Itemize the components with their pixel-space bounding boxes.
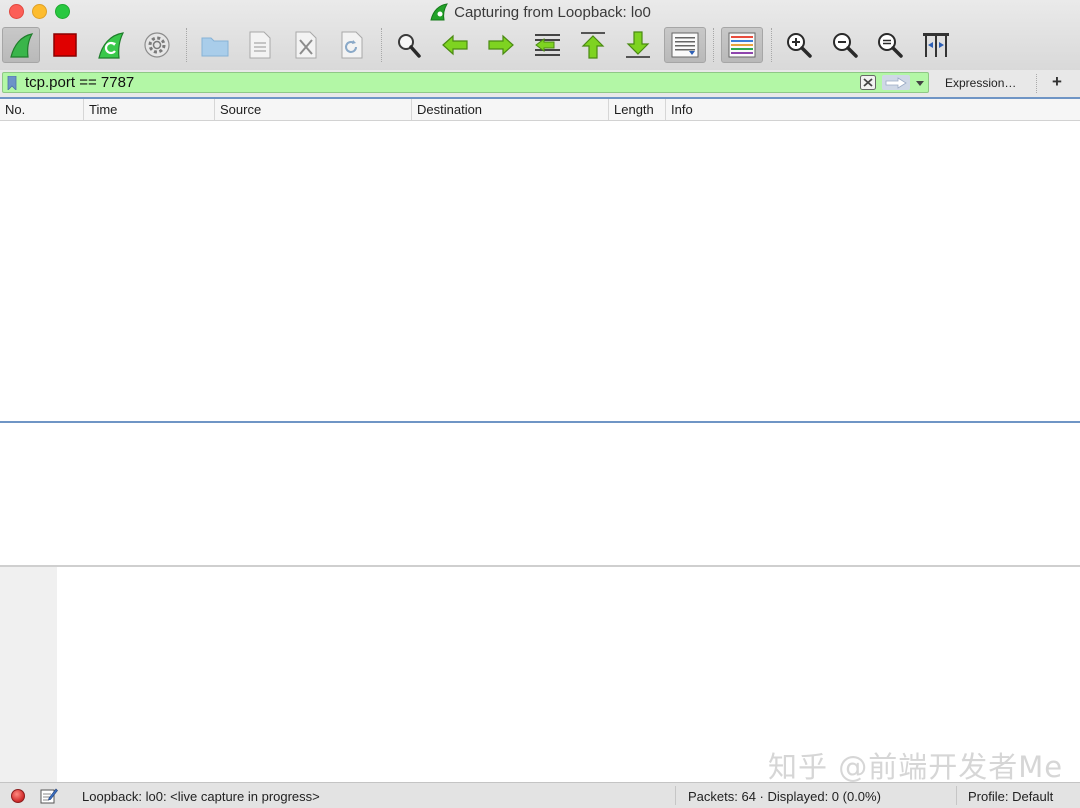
- magnifier-icon: [398, 34, 421, 58]
- column-header-info[interactable]: Info: [666, 99, 1080, 120]
- display-filter-bar: Expression… +: [0, 70, 1080, 98]
- expert-info-icon[interactable]: [11, 789, 25, 803]
- go-back-button[interactable]: [438, 27, 472, 63]
- close-document-icon: [295, 31, 317, 59]
- last-packet-button[interactable]: [621, 27, 655, 63]
- capture-status-text: Loopback: lo0: <live capture in progress…: [82, 789, 320, 804]
- display-filter-field[interactable]: [2, 72, 929, 93]
- close-file-button[interactable]: [289, 27, 323, 63]
- column-header-time[interactable]: Time: [84, 99, 215, 120]
- goto-packet-icon: [535, 34, 560, 56]
- profile-text[interactable]: Profile: Default: [968, 789, 1053, 804]
- folder-icon: [201, 37, 229, 57]
- packet-count-text: Packets: 64 · Displayed: 0 (0.0%): [688, 789, 881, 804]
- restart-fin-icon: [98, 32, 125, 59]
- toolbar-separator: [186, 28, 187, 62]
- watermark: 知乎 @前端开发者Me: [768, 750, 1064, 784]
- packet-list-header: No. Time Source Destination Length Info: [0, 99, 1080, 121]
- zoom-in-button[interactable]: [782, 27, 816, 63]
- find-packet-button[interactable]: [392, 27, 426, 63]
- reload-icon: [341, 31, 363, 59]
- gear-icon: [144, 32, 170, 58]
- status-separator: [956, 786, 957, 805]
- status-bar: Loopback: lo0: <live capture in progress…: [0, 782, 1080, 808]
- zoom-in-icon: [787, 33, 812, 58]
- column-header-destination[interactable]: Destination: [412, 99, 609, 120]
- clear-filter-icon[interactable]: [860, 75, 876, 90]
- resize-columns-button[interactable]: [919, 27, 953, 63]
- status-separator: [675, 786, 676, 805]
- arrow-right-icon: [885, 76, 907, 89]
- go-to-packet-button[interactable]: [530, 27, 564, 63]
- window-title: Capturing from Loopback: lo0: [454, 3, 651, 21]
- zoom-out-button[interactable]: [828, 27, 862, 63]
- normal-size-button[interactable]: [873, 27, 907, 63]
- display-filter-input[interactable]: [25, 73, 855, 92]
- capture-comment-icon[interactable]: [40, 787, 58, 804]
- bytes-offset-gutter: [0, 567, 57, 782]
- zoom-out-icon: [833, 33, 858, 58]
- open-file-button[interactable]: [198, 27, 232, 63]
- filter-history-dropdown-icon[interactable]: [915, 78, 925, 88]
- reload-file-button[interactable]: [335, 27, 369, 63]
- arrow-right-icon: [488, 34, 514, 56]
- stop-capture-button[interactable]: [48, 27, 82, 63]
- column-header-length[interactable]: Length: [609, 99, 666, 120]
- save-file-button[interactable]: [243, 27, 277, 63]
- colorize-button[interactable]: [721, 27, 763, 63]
- column-header-no[interactable]: No.: [0, 99, 84, 120]
- bookmark-icon[interactable]: [7, 76, 17, 90]
- expression-button[interactable]: Expression…: [945, 76, 1016, 90]
- stop-square-icon: [53, 33, 77, 57]
- shark-fin-icon: [10, 33, 34, 58]
- arrow-down-bar-icon: [626, 31, 650, 58]
- toolbar-separator: [713, 28, 714, 62]
- zoom-reset-icon: [878, 33, 903, 58]
- colorize-icon: [728, 32, 756, 58]
- title-bar: Capturing from Loopback: lo0: [0, 1, 1080, 23]
- toolbar-separator: [771, 28, 772, 62]
- document-icon: [249, 31, 271, 59]
- go-forward-button[interactable]: [484, 27, 518, 63]
- auto-scroll-button[interactable]: [664, 27, 706, 63]
- restart-capture-button[interactable]: [94, 27, 128, 63]
- packet-list-pane[interactable]: No. Time Source Destination Length Info: [0, 97, 1080, 423]
- add-filter-button[interactable]: +: [1052, 72, 1062, 92]
- arrow-left-icon: [442, 34, 468, 56]
- first-packet-button[interactable]: [576, 27, 610, 63]
- arrow-up-bar-icon: [581, 32, 605, 59]
- packet-details-pane[interactable]: [0, 423, 1080, 567]
- window-chrome: Capturing from Loopback: lo0: [0, 0, 1080, 71]
- toolbar-separator: [381, 28, 382, 62]
- start-capture-button[interactable]: [2, 27, 40, 63]
- column-header-source[interactable]: Source: [215, 99, 412, 120]
- auto-scroll-icon: [671, 32, 699, 58]
- resize-columns-icon: [923, 33, 949, 57]
- capture-options-button[interactable]: [140, 27, 174, 63]
- apply-filter-button[interactable]: [882, 75, 910, 90]
- wireshark-fin-icon: [430, 3, 449, 21]
- filter-separator: [1036, 74, 1037, 93]
